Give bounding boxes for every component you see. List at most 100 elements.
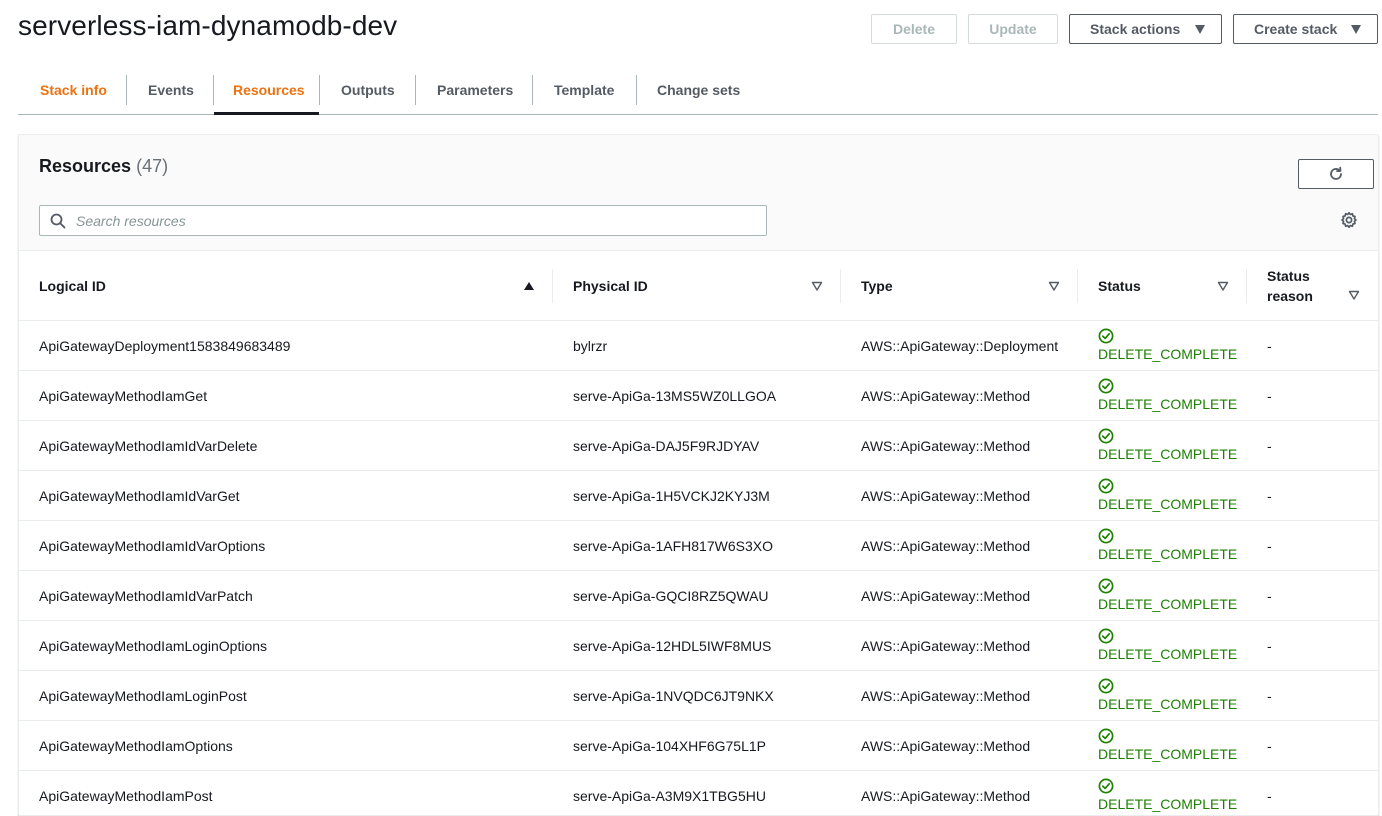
status-text: DELETE_COMPLETE [1098,544,1247,564]
check-circle-icon [1098,528,1114,544]
physical-id: serve-ApiGa-12HDL5IWF8MUS [553,638,841,654]
status-badge: DELETE_COMPLETE [1078,678,1247,714]
cell-logical-id: ApiGatewayMethodIamLoginOptions [19,621,553,671]
column-header-physical-id[interactable]: Physical ID [553,251,841,321]
table-row[interactable]: ApiGatewayMethodIamPost serve-ApiGa-A3M9… [19,771,1378,816]
cell-status-reason: - [1247,621,1378,671]
sort-ascending-icon [523,280,535,292]
logical-id: ApiGatewayDeployment1583849683489 [19,338,553,354]
cell-type: AWS::ApiGateway::Method [841,721,1078,771]
tab-change-sets[interactable]: Change sets [637,66,757,114]
cell-status: DELETE_COMPLETE [1078,321,1247,371]
create-stack-button[interactable]: Create stack [1233,14,1378,44]
cell-status-reason: - [1247,721,1378,771]
status-badge: DELETE_COMPLETE [1078,528,1247,564]
resource-type: AWS::ApiGateway::Method [841,638,1078,654]
search-box [39,205,767,236]
gear-icon[interactable] [1340,211,1358,229]
cell-logical-id: ApiGatewayMethodIamIdVarGet [19,471,553,521]
cell-physical-id: serve-ApiGa-13MS5WZ0LLGOA [553,371,841,421]
table-header-row: Logical ID Physical ID Type Status [19,251,1378,321]
logical-id: ApiGatewayMethodIamOptions [19,738,553,754]
refresh-button[interactable] [1298,159,1374,189]
tab-outputs[interactable]: Outputs [320,66,415,114]
tab-parameters[interactable]: Parameters [416,66,532,114]
column-header-logical-id[interactable]: Logical ID [19,251,553,321]
status-text: DELETE_COMPLETE [1098,394,1247,414]
cell-status: DELETE_COMPLETE [1078,371,1247,421]
status-badge: DELETE_COMPLETE [1078,578,1247,614]
physical-id: serve-ApiGa-1NVQDC6JT9NKX [553,688,841,704]
status-text: DELETE_COMPLETE [1098,444,1247,464]
status-badge: DELETE_COMPLETE [1078,328,1247,364]
table-row[interactable]: ApiGatewayMethodIamLoginPost serve-ApiGa… [19,671,1378,721]
status-reason: - [1247,338,1378,354]
cell-status: DELETE_COMPLETE [1078,721,1247,771]
cell-status: DELETE_COMPLETE [1078,471,1247,521]
cell-status: DELETE_COMPLETE [1078,571,1247,621]
cell-logical-id: ApiGatewayMethodIamIdVarDelete [19,421,553,471]
physical-id: serve-ApiGa-1AFH817W6S3XO [553,538,841,554]
page-title: serverless-iam-dynamodb-dev [18,10,397,42]
stack-actions-button[interactable]: Stack actions [1069,14,1222,44]
cell-physical-id: serve-ApiGa-A3M9X1TBG5HU [553,771,841,816]
cell-status-reason: - [1247,571,1378,621]
resource-type: AWS::ApiGateway::Method [841,588,1078,604]
resources-count: (47) [136,156,168,176]
column-label: Logical ID [19,276,553,296]
sort-icon [1217,280,1229,292]
resource-type: AWS::ApiGateway::Method [841,738,1078,754]
logical-id: ApiGatewayMethodIamIdVarDelete [19,438,553,454]
physical-id: bylrzr [553,338,841,354]
search-input[interactable] [74,212,766,230]
logical-id: ApiGatewayMethodIamIdVarPatch [19,588,553,604]
cell-physical-id: serve-ApiGa-1H5VCKJ2KYJ3M [553,471,841,521]
status-text: DELETE_COMPLETE [1098,594,1247,614]
cell-type: AWS::ApiGateway::Method [841,421,1078,471]
resources-title-text: Resources [39,156,131,176]
logical-id: ApiGatewayMethodIamPost [19,788,553,804]
delete-button[interactable]: Delete [871,14,957,44]
check-circle-icon [1098,728,1114,744]
check-circle-icon [1098,678,1114,694]
status-reason: - [1247,388,1378,404]
column-label: Physical ID [553,276,841,296]
cell-logical-id: ApiGatewayDeployment1583849683489 [19,321,553,371]
table-row[interactable]: ApiGatewayMethodIamIdVarDelete serve-Api… [19,421,1378,471]
table-row[interactable]: ApiGatewayMethodIamIdVarOptions serve-Ap… [19,521,1378,571]
resource-type: AWS::ApiGateway::Method [841,538,1078,554]
column-header-type[interactable]: Type [841,251,1078,321]
header-actions: Delete Update Stack actions Create stack [871,14,1378,44]
resource-type: AWS::ApiGateway::Method [841,788,1078,804]
table-row[interactable]: ApiGatewayMethodIamIdVarPatch serve-ApiG… [19,571,1378,621]
table-row[interactable]: ApiGatewayMethodIamLoginOptions serve-Ap… [19,621,1378,671]
update-button[interactable]: Update [968,14,1058,44]
resources-panel: Resources (47) [18,134,1379,816]
physical-id: serve-ApiGa-13MS5WZ0LLGOA [553,388,841,404]
tab-stack-info[interactable]: Stack info [18,66,126,114]
physical-id: serve-ApiGa-GQCI8RZ5QWAU [553,588,841,604]
status-badge: DELETE_COMPLETE [1078,728,1247,764]
cell-status-reason: - [1247,521,1378,571]
table-row[interactable]: ApiGatewayMethodIamOptions serve-ApiGa-1… [19,721,1378,771]
cell-physical-id: serve-ApiGa-12HDL5IWF8MUS [553,621,841,671]
column-header-status[interactable]: Status [1078,251,1247,321]
refresh-icon [1328,166,1344,182]
status-text: DELETE_COMPLETE [1098,694,1247,714]
table-row[interactable]: ApiGatewayMethodIamGet serve-ApiGa-13MS5… [19,371,1378,421]
column-header-status-reason[interactable]: Status reason [1247,251,1378,321]
cell-type: AWS::ApiGateway::Method [841,571,1078,621]
table-row[interactable]: ApiGatewayDeployment1583849683489 bylrzr… [19,321,1378,371]
logical-id: ApiGatewayMethodIamLoginPost [19,688,553,704]
sort-icon [811,280,823,292]
cell-type: AWS::ApiGateway::Method [841,621,1078,671]
logical-id: ApiGatewayMethodIamIdVarOptions [19,538,553,554]
cell-status-reason: - [1247,671,1378,721]
table-row[interactable]: ApiGatewayMethodIamIdVarGet serve-ApiGa-… [19,471,1378,521]
tab-resources[interactable]: Resources [214,66,319,114]
tab-events[interactable]: Events [127,66,213,114]
cell-logical-id: ApiGatewayMethodIamOptions [19,721,553,771]
tab-template[interactable]: Template [533,66,636,114]
cell-physical-id: serve-ApiGa-1AFH817W6S3XO [553,521,841,571]
caret-down-icon [1195,25,1205,34]
